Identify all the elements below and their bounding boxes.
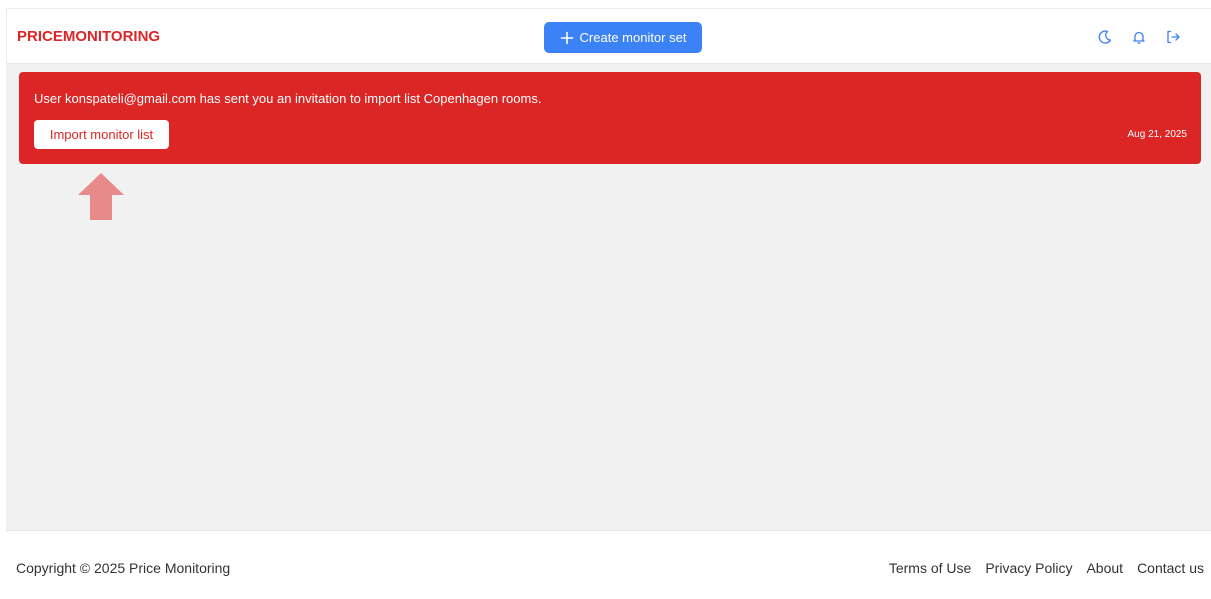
privacy-policy-link[interactable]: Privacy Policy — [985, 560, 1072, 576]
create-monitor-set-button[interactable]: Create monitor set — [544, 22, 702, 53]
create-monitor-set-label: Create monitor set — [579, 30, 687, 45]
header-actions — [1097, 29, 1181, 45]
brand-logo[interactable]: PRICEMONITORING — [17, 28, 160, 45]
footer-links: Terms of Use Privacy Policy About Contac… — [889, 560, 1204, 576]
page: PRICEMONITORING Create monitor set User … — [0, 0, 1211, 599]
invitation-notification: User konspateli@gmail.com has sent you a… — [19, 72, 1201, 164]
terms-of-use-link[interactable]: Terms of Use — [889, 560, 971, 576]
import-monitor-list-button[interactable]: Import monitor list — [34, 120, 169, 149]
logout-icon[interactable] — [1165, 29, 1181, 45]
plus-icon — [560, 31, 573, 44]
copyright-text: Copyright © 2025 Price Monitoring — [16, 560, 231, 576]
arrow-up-icon — [78, 173, 124, 220]
contact-us-link[interactable]: Contact us — [1137, 560, 1204, 576]
app-frame: PRICEMONITORING Create monitor set User … — [6, 8, 1211, 599]
invitation-message: User konspateli@gmail.com has sent you a… — [34, 91, 542, 106]
notification-date: Aug 21, 2025 — [1127, 129, 1188, 140]
footer: Copyright © 2025 Price Monitoring Terms … — [6, 530, 1211, 599]
moon-icon[interactable] — [1097, 29, 1113, 45]
about-link[interactable]: About — [1086, 560, 1123, 576]
top-navbar: PRICEMONITORING Create monitor set — [6, 8, 1211, 64]
bell-icon[interactable] — [1131, 29, 1147, 45]
